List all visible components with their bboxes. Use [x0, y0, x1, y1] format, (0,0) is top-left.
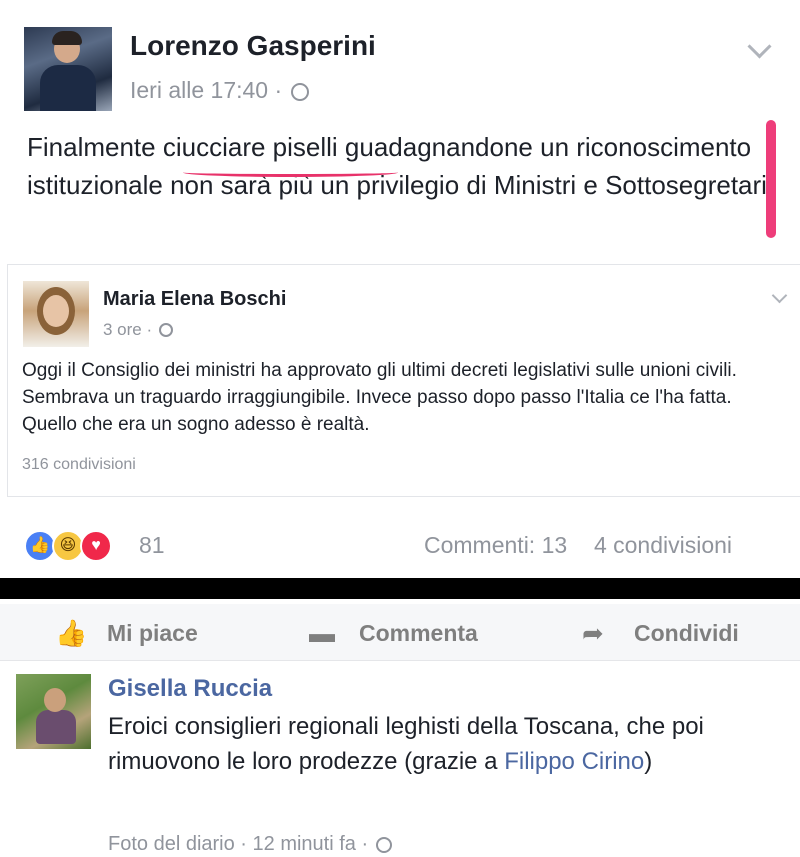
post-text: Finalmente ciucciare piselli guadagnando… [27, 132, 775, 200]
chevron-down-icon[interactable] [747, 34, 772, 59]
like-button[interactable]: Mi piace [107, 620, 198, 647]
highlight-mark [766, 120, 776, 238]
shared-author-name[interactable]: Maria Elena Boschi [103, 288, 286, 311]
globe-icon [290, 83, 309, 101]
share-icon[interactable]: ➦ [582, 618, 604, 649]
comment-meta: Foto del diario · 12 minuti fa · [108, 833, 392, 856]
reaction-count[interactable]: 81 [139, 532, 165, 559]
comment-text-end: ) [644, 748, 653, 775]
comment-icon[interactable]: ▬ [309, 618, 335, 649]
comment-count[interactable]: Commenti: 13 [424, 532, 567, 558]
globe-icon [158, 323, 173, 337]
shared-post-text: Oggi il Consiglio dei ministri ha approv… [22, 360, 737, 435]
love-icon: ♥ [80, 530, 112, 562]
like-icon[interactable]: 👍 [55, 618, 87, 649]
comment-text: Eroici consiglieri regionali leghisti de… [108, 709, 788, 779]
comment-author-name[interactable]: Gisella Ruccia [108, 675, 272, 703]
post-author-name[interactable]: Lorenzo Gasperini [130, 30, 376, 62]
author-avatar[interactable] [24, 27, 112, 111]
share-count[interactable]: 4 condivisioni [594, 532, 732, 558]
shared-share-count[interactable]: 316 condivisioni [22, 456, 136, 474]
share-button[interactable]: Condividi [634, 620, 739, 647]
shared-post-meta: 3 ore · [103, 320, 173, 340]
comment-button[interactable]: Commenta [359, 620, 478, 647]
divider-band [0, 578, 800, 599]
shared-timestamp[interactable]: 3 ore · [103, 320, 152, 339]
engagement-stats: Commenti: 13 4 condivisioni [424, 532, 732, 559]
tagged-user-link[interactable]: Filippo Cirino [504, 748, 644, 775]
comment-meta-text[interactable]: Foto del diario · 12 minuti fa · [108, 833, 368, 855]
globe-icon [375, 837, 392, 853]
comment-author-avatar[interactable] [16, 674, 91, 749]
post-meta: Ieri alle 17:40 · [130, 77, 309, 104]
highlight-underline [183, 168, 398, 177]
post-timestamp[interactable]: Ieri alle 17:40 · [130, 77, 282, 103]
shared-author-avatar[interactable] [23, 281, 89, 347]
